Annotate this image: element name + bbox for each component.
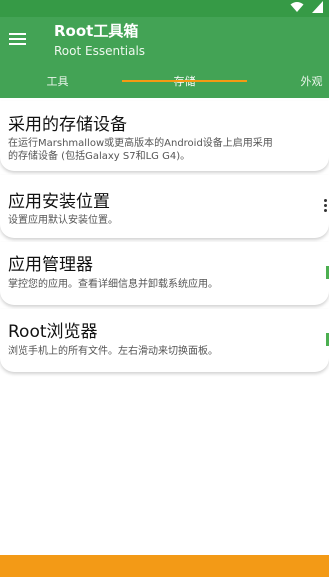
item-description: 在运行Marshmallow或更高版本的Android设备上启用采用 — [8, 138, 273, 149]
app-title: Root工具箱 — [54, 22, 139, 40]
item-title: 应用管理器 — [8, 255, 93, 275]
list-item-install-location[interactable]: 应用安装位置 设置应用默认安装位置。 — [0, 175, 329, 238]
tab-bar: 工具 存储 外观 — [0, 71, 329, 98]
item-description: 浏览手机上的所有文件。左右滑动来切换面板。 — [8, 346, 218, 357]
item-title: 应用安装位置 — [8, 192, 110, 212]
tab-tools[interactable]: 工具 — [0, 71, 115, 98]
item-title: 采用的存储设备 — [8, 115, 127, 135]
app-bar: Root工具箱 Root Essentials 工具 存储 外观 — [0, 17, 329, 98]
tool-list: 采用的存储设备 在运行Marshmallow或更高版本的Android设备上启用… — [0, 101, 329, 372]
item-description: 的存储设备 (包括Galaxy S7和LG G4)。 — [8, 151, 191, 162]
item-description: 设置应用默认安装位置。 — [8, 215, 118, 226]
list-item-app-manager[interactable]: 应用管理器 掌控您的应用。查看详细信息并卸载系统应用。 — [0, 242, 329, 305]
list-item-adoptable-storage[interactable]: 采用的存储设备 在运行Marshmallow或更高版本的Android设备上启用… — [0, 101, 329, 171]
tab-storage[interactable]: 存储 — [122, 71, 247, 98]
wifi-icon — [290, 2, 304, 12]
signal-icon — [312, 1, 323, 13]
app-subtitle: Root Essentials — [54, 44, 146, 58]
tab-indicator — [122, 80, 247, 82]
item-description: 掌控您的应用。查看详细信息并卸载系统应用。 — [8, 279, 218, 290]
bottom-bar — [0, 555, 329, 577]
tab-appearance[interactable]: 外观 — [254, 71, 329, 98]
list-item-root-browser[interactable]: Root浏览器 浏览手机上的所有文件。左右滑动来切换面板。 — [0, 309, 329, 372]
more-icon[interactable] — [324, 199, 328, 212]
item-title: Root浏览器 — [8, 322, 98, 342]
status-bar — [0, 0, 329, 17]
menu-icon[interactable] — [6, 27, 30, 51]
